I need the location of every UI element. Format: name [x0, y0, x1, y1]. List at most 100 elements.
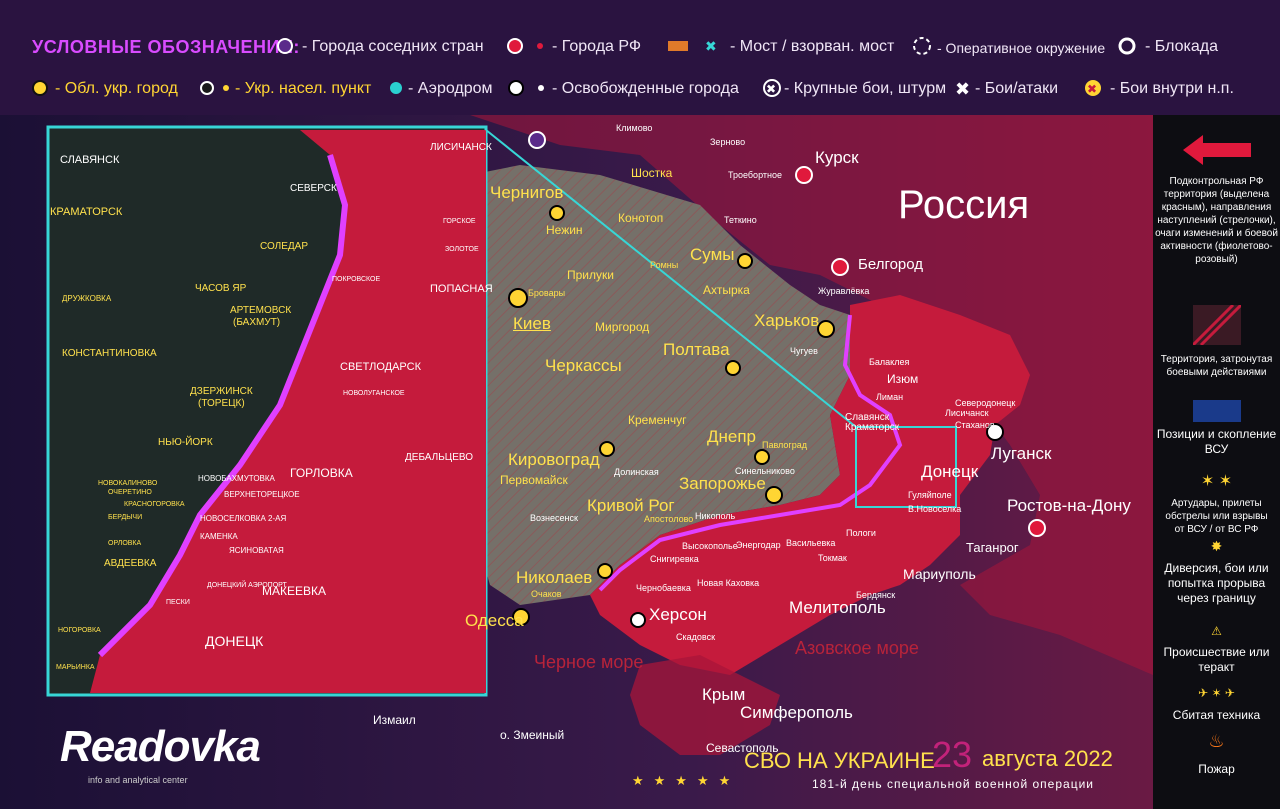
city-kursk: Курск [815, 148, 859, 167]
blown-bridge-icon: ✖ [705, 39, 717, 55]
city-chernigov: Чернигов [490, 183, 564, 202]
inset-novoselkovka: НОВОСЕЛКОВКА 2-АЯ [200, 514, 287, 523]
red-city-icon [507, 38, 523, 54]
inset-debaltsevo: ДЕБАЛЬЦЕВО [405, 452, 473, 463]
city-kirovograd: Кировоград [508, 450, 600, 469]
legend-neighbor-cities: - Города соседних стран [302, 38, 484, 55]
city-tetkino: Теткино [724, 215, 757, 225]
city-zhuravlevka: Журавлёвка [818, 286, 870, 296]
neighbor-city-dot [528, 131, 546, 149]
inset-gorskoe: ГОРСКОЕ [443, 218, 476, 225]
city-kremenchug: Кременчуг [628, 413, 687, 427]
legend-major-battle: - Крупные бои, штурм [784, 80, 947, 97]
inset-ocheretino: ОЧЕРЕТИНО [108, 489, 152, 496]
city-kharkov: Харьков [754, 311, 820, 330]
inset-makeevka: МАКЕЕВКА [262, 584, 326, 598]
city-pologi: Пологи [846, 528, 876, 538]
inset-novokalinovo: НОВОКАЛИНОВО [98, 480, 158, 487]
kiev-dot [508, 288, 528, 308]
yellow-city-icon [32, 80, 48, 96]
city-shostka: Шостка [631, 166, 673, 180]
inset-toretsk: (ТОРЕЦК) [198, 398, 245, 409]
city-dolinskaya: Долинская [614, 467, 659, 477]
city-priluki: Прилуки [567, 268, 614, 282]
city-brovary: Бровары [528, 288, 566, 298]
belgorod-dot [831, 258, 849, 276]
city-melitopol: Мелитополь [789, 598, 886, 617]
sidebar-controlled: Подконтрольная РФ территория (выделена к… [1155, 176, 1278, 265]
city-voznesensk: Вознесенск [530, 513, 578, 523]
city-lugansk: Луганск [991, 444, 1052, 463]
city-vysokopolye: Высокополье [682, 541, 738, 551]
azov-sea-label: Азовское море [795, 638, 919, 658]
sidebar-positions: Позиции и скопление ВСУ [1156, 427, 1277, 456]
sumy-dot [737, 253, 753, 269]
sidebar-artillery-sides: от ВСУ / от ВС РФ [1174, 524, 1259, 535]
inset-peski: ПЕСКИ [166, 599, 190, 606]
inset-nogorovka: НОГОРОВКА [58, 627, 101, 634]
inset-avdeevka: АВДЕЕВКА [104, 558, 157, 569]
city-stakhanov: Стаханов [955, 420, 995, 430]
city-krivoy-rog: Кривой Рог [587, 496, 675, 515]
city-romny: Ромны [650, 260, 679, 270]
bridge-icon [668, 41, 688, 51]
inset-yasinovataya: ЯСИНОВАТАЯ [229, 546, 284, 555]
inset-novoluganskoe: НОВОЛУГАНСКОЕ [343, 390, 405, 397]
city-crimea: Крым [702, 685, 746, 704]
city-pervomaysk: Первомайск [500, 473, 568, 487]
title-prefix: СВО НА УКРАИНЕ [744, 748, 935, 773]
legend-bridge: - Мост / взорван. мост [730, 38, 895, 55]
city-zaporozhye: Запорожье [679, 474, 766, 493]
kharkov-dot [817, 320, 835, 338]
blockade-icon [1118, 37, 1136, 55]
city-kiev: Киев [513, 314, 551, 333]
inset-konstantinovka: КОНСТАНТИНОВКА [62, 348, 157, 359]
inset-verkhnetoretskoe: ВЕРХНЕТОРЕЦКОЕ [224, 490, 300, 499]
city-pavlograd: Павлоград [762, 440, 807, 450]
airfield-icon [390, 82, 402, 94]
kherson-dot [630, 612, 646, 628]
city-rostov: Ростов-на-Дону [1007, 496, 1131, 515]
settlement-small-icon [223, 85, 229, 91]
inset-seversk: СЕВЕРСК [290, 183, 337, 194]
inset-zolotoe: ЗОЛОТОЕ [445, 246, 479, 253]
kursk-dot [795, 166, 813, 184]
city-konotop: Конотоп [618, 211, 664, 225]
sidebar-diversion: Диверсия, бои или попытка прорыва через … [1164, 561, 1269, 605]
city-akhtyrka: Ахтырка [703, 283, 750, 297]
inset-kramatorsk: КРАМАТОРСК [50, 206, 123, 218]
sidebar-fire: Пожар [1198, 762, 1235, 776]
settlement-icon [200, 81, 214, 95]
title-subtitle: 181-й день специальной военной операции [812, 777, 1094, 791]
arrow-icon [1183, 135, 1251, 165]
sidebar-artillery: Артудары, прилеты обстрелы или взрывы [1165, 498, 1268, 522]
russia-label: Россия [898, 183, 1030, 227]
legend-panel: УСЛОВНЫЕ ОБОЗНАЧЕНИЯ: ✖ ✖ ✖ ✖ - Города с… [0, 0, 1280, 115]
battle-icon: ✖ [955, 79, 970, 100]
stars: ★★★★★ [632, 774, 741, 789]
title-day: 23 [932, 734, 973, 775]
chernigov-dot [549, 205, 565, 221]
inset-donetsk: ДОНЕЦК [205, 633, 264, 649]
city-chernobaevka: Чернобаевка [636, 583, 691, 593]
city-tokmak: Токмак [818, 553, 847, 563]
city-zernovo: Зерново [710, 137, 746, 147]
city-nikolaev: Николаев [516, 568, 593, 587]
logo-tagline: info and analytical center [88, 775, 188, 785]
city-taganrog: Таганрог [966, 540, 1019, 555]
inset-novobakhmutovka: НОВОБАХМУТОВКА [198, 474, 275, 483]
city-liman: Лиман [876, 392, 904, 402]
black-sea-label: Черное море [534, 652, 644, 672]
sidebar-downed: Сбитая техника [1172, 708, 1261, 722]
svg-text:✖: ✖ [1087, 82, 1097, 96]
legend-urban-battle: - Бои внутри н.п. [1110, 80, 1234, 97]
diversion-icon: ✸ [1210, 538, 1223, 554]
inset-dzerzhinsk: ДЗЕРЖИНСК [190, 386, 253, 397]
kirovograd-dot [599, 441, 615, 457]
inset-marinka: МАРЬИНКА [56, 664, 95, 671]
legend-settlement: - Укр. насел. пункт [235, 80, 372, 97]
city-vasilevka: Васильевка [786, 538, 836, 548]
title-month: августа 2022 [982, 746, 1113, 771]
poltava-dot [725, 360, 741, 376]
city-nikopol: Никополь [695, 511, 736, 521]
